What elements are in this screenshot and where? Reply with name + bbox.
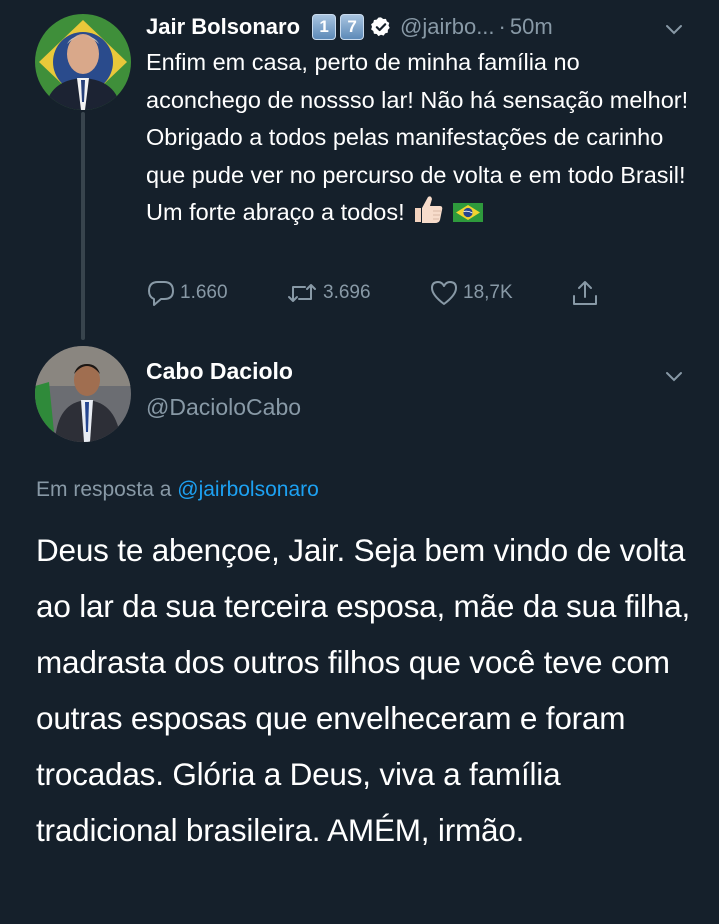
author-name[interactable]: Jair Bolsonaro bbox=[146, 14, 300, 40]
author-handle[interactable]: @jairbo... bbox=[400, 14, 494, 40]
retweet-count: 3.696 bbox=[323, 282, 371, 303]
share-button[interactable] bbox=[570, 276, 604, 310]
tweet-header: Jair Bolsonaro 1 7 @jairbo... · 50m bbox=[146, 10, 706, 44]
like-count: 18,7K bbox=[463, 282, 513, 303]
reply-prefix: Em resposta a bbox=[36, 478, 172, 501]
reply-mention-link[interactable]: @jairbolsonaro bbox=[177, 478, 319, 501]
chevron-down-icon[interactable] bbox=[665, 24, 683, 36]
brazil-flag-icon bbox=[452, 198, 484, 236]
timestamp[interactable]: 50m bbox=[510, 14, 553, 40]
author-handle[interactable]: @DacioloCabo bbox=[146, 394, 301, 421]
keycap-badge: 1 bbox=[312, 14, 337, 40]
avatar[interactable] bbox=[35, 14, 131, 110]
reply-button[interactable]: 1.660 bbox=[146, 276, 228, 310]
share-icon bbox=[573, 281, 597, 305]
tweet-actions: 1.660 3.696 18,7K bbox=[146, 276, 606, 310]
retweet-button[interactable]: 3.696 bbox=[285, 276, 371, 310]
avatar[interactable] bbox=[35, 346, 131, 442]
tweet-text: Enfim em casa, perto de minha família no… bbox=[146, 44, 701, 236]
author-name[interactable]: Cabo Daciolo bbox=[146, 358, 293, 385]
reply-count: 1.660 bbox=[180, 282, 228, 303]
separator-dot: · bbox=[498, 14, 506, 39]
keycap-badge: 7 bbox=[340, 14, 365, 40]
reply-context: Em resposta a @jairbolsonaro bbox=[36, 478, 319, 502]
retweet-icon bbox=[288, 284, 316, 302]
tweet-jair-bolsonaro[interactable]: Jair Bolsonaro 1 7 @jairbo... · 50m Enfi… bbox=[0, 0, 719, 330]
like-button[interactable]: 18,7K bbox=[429, 276, 513, 310]
emoji-badges: 1 7 bbox=[308, 14, 365, 40]
reply-icon bbox=[148, 281, 174, 306]
verified-icon bbox=[370, 16, 392, 38]
thumbs-up-icon bbox=[411, 194, 445, 236]
chevron-down-icon[interactable] bbox=[665, 371, 683, 383]
tweet-text: Deus te abençoe, Jair. Seja bem vindo de… bbox=[36, 532, 691, 848]
heart-icon bbox=[431, 281, 457, 305]
